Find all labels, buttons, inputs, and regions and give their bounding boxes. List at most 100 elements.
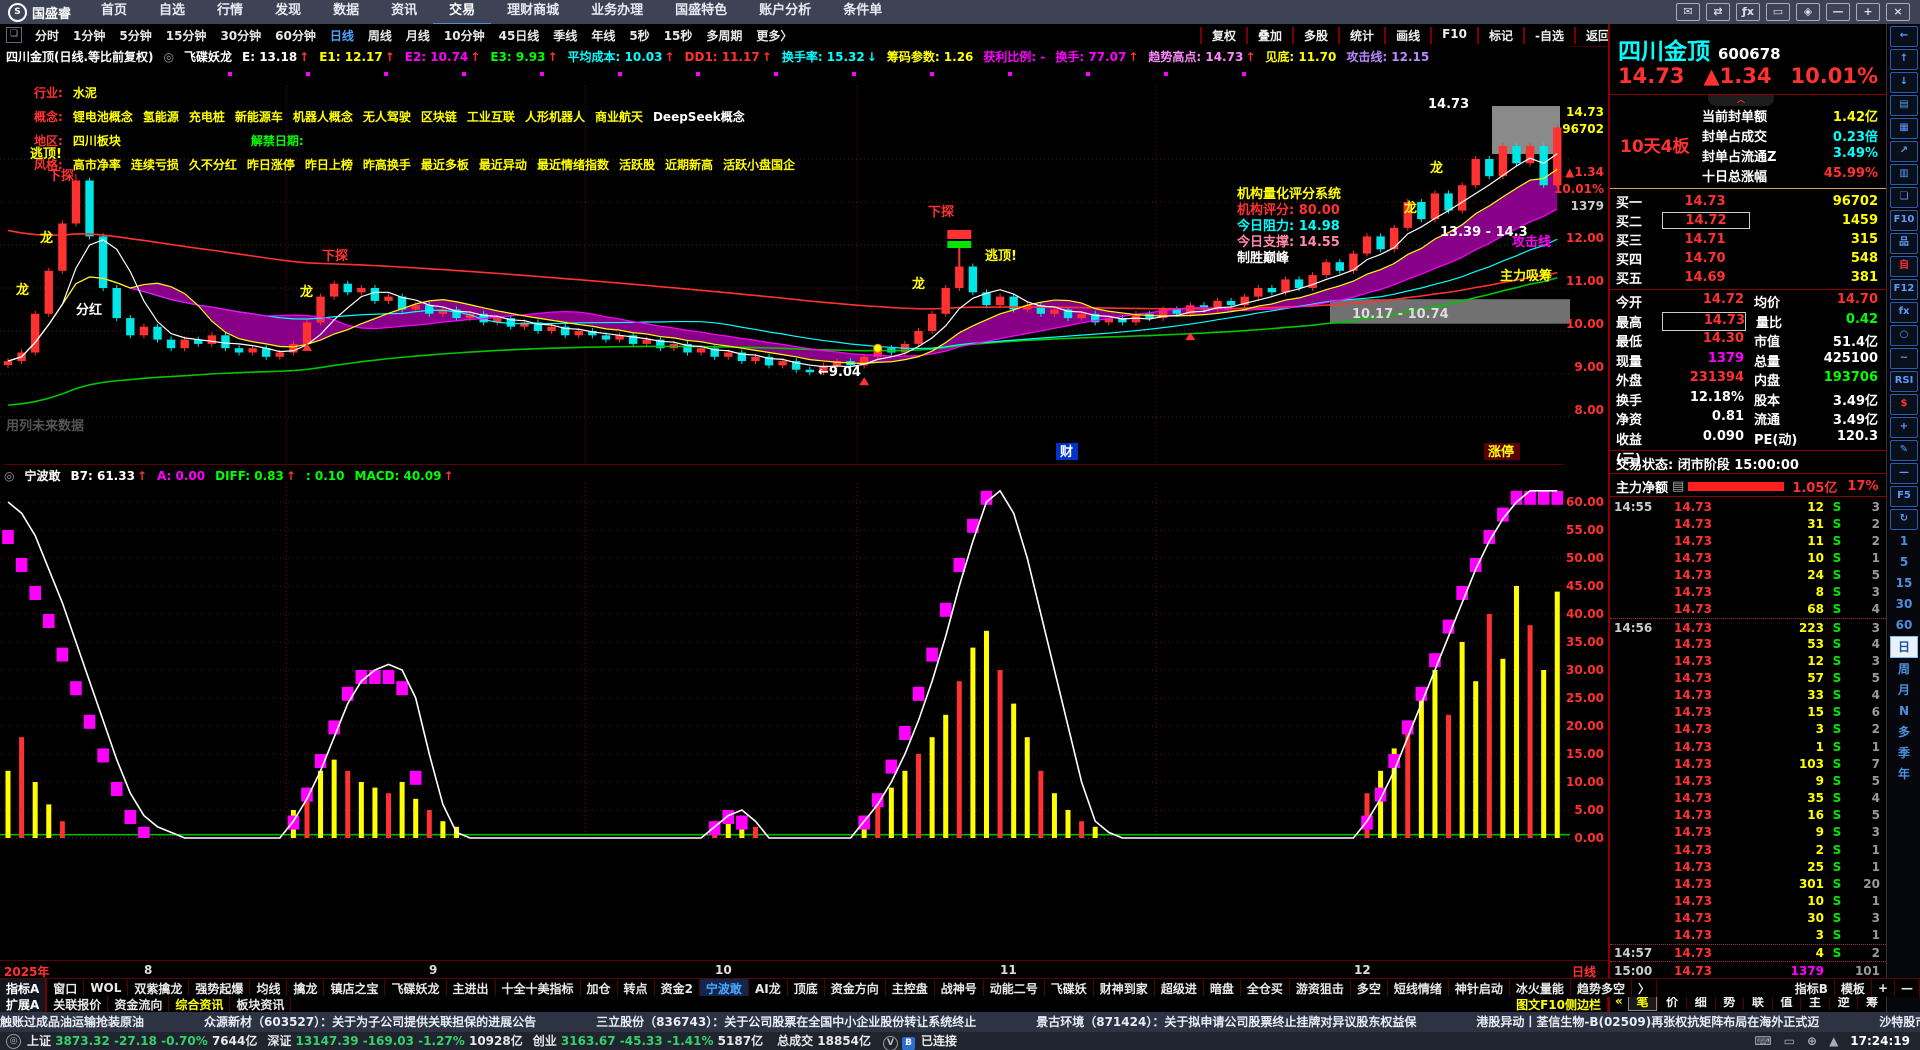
list-icon[interactable]: ▤ xyxy=(1672,479,1684,494)
window-layout-icon[interactable]: ❏ xyxy=(6,27,22,43)
indicator-tab-16[interactable]: 资金方向 xyxy=(825,979,886,997)
divider[interactable]: — xyxy=(1890,463,1918,484)
indicator-group-a[interactable]: 指标A xyxy=(0,979,48,997)
down-icon[interactable]: ↓ xyxy=(1890,72,1918,93)
news-item-5[interactable]: 沙特股市遭遇十年来 xyxy=(1879,1015,1920,1029)
strip-period-0[interactable]: 1 xyxy=(1891,531,1917,551)
indicator-tab-3[interactable]: 强势起爆 xyxy=(189,979,251,997)
self-select-icon[interactable]: 自 xyxy=(1890,256,1918,277)
menu-item-9[interactable]: 国盛特色 xyxy=(659,0,743,23)
news-item-0[interactable]: 触账过成品油运输抢装原油 xyxy=(0,1015,144,1029)
strip-period-6[interactable]: 周 xyxy=(1891,659,1917,679)
indicator-tab-6[interactable]: 镇店之宝 xyxy=(324,979,386,997)
tower-icon[interactable]: ▲ xyxy=(1829,1032,1838,1050)
indicator-tab-27[interactable]: 短线情绪 xyxy=(1388,979,1449,997)
period-13[interactable]: 5秒 xyxy=(622,27,656,44)
strip-period-8[interactable]: N xyxy=(1891,701,1917,721)
indicator-tab-13[interactable]: 宁波敢 xyxy=(699,979,749,997)
menu-item-3[interactable]: 发现 xyxy=(259,0,317,23)
money-icon[interactable]: $ xyxy=(1890,394,1918,415)
target-icon[interactable]: ⊕ xyxy=(1807,1032,1817,1050)
indicator-tab-9[interactable]: 十全十美指标 xyxy=(496,979,581,997)
indicator-tab-right-1[interactable]: 模板 xyxy=(1835,979,1872,997)
indicator-tab-2[interactable]: 双紫擒龙 xyxy=(128,979,190,997)
table-icon[interactable]: ▦ xyxy=(1890,118,1918,139)
indicator-tab-11[interactable]: 转点 xyxy=(618,979,655,997)
chart-tool-7[interactable]: -自选 xyxy=(1523,26,1574,44)
minimize-icon[interactable]: — xyxy=(1826,3,1850,21)
indicator-tab-10[interactable]: 加仓 xyxy=(581,979,618,997)
restore-icon[interactable]: + xyxy=(1856,3,1880,21)
chart-tool-2[interactable]: 多股 xyxy=(1292,26,1338,44)
extension-group-a[interactable]: 扩展A xyxy=(0,996,48,1012)
quick-trade-icon[interactable]: ƒx xyxy=(1736,3,1760,21)
strip-period-11[interactable]: 年 xyxy=(1891,764,1917,784)
circle-icon[interactable]: ○ xyxy=(1890,325,1918,346)
menu-item-2[interactable]: 行情 xyxy=(201,0,259,23)
index-0[interactable]: 上证 3873.32 -27.18 -0.70% 7644亿 xyxy=(27,1032,257,1050)
period-7[interactable]: 周线 xyxy=(361,27,399,44)
extension-tab-2[interactable]: 综合资讯 xyxy=(169,996,231,1012)
f5-icon[interactable]: F5 xyxy=(1890,486,1918,507)
news-item-1[interactable]: 众源新材（603527）：关于为子公司提供关联担保的进展公告 xyxy=(204,1015,536,1029)
period-3[interactable]: 15分钟 xyxy=(159,27,214,44)
f10-icon[interactable]: F10 xyxy=(1890,210,1918,231)
indicator-tab-18[interactable]: 战神号 xyxy=(935,979,984,997)
f10-sidebar-toggle[interactable]: 图文F10侧边栏 xyxy=(1510,996,1608,1012)
index-1[interactable]: 深证 13147.39 -169.03 -1.27% 10928亿 xyxy=(267,1032,522,1050)
keyboard-icon[interactable]: ⌨ xyxy=(1754,1032,1771,1050)
indicator-tab-29[interactable]: 冰火量能 xyxy=(1510,979,1571,997)
period-11[interactable]: 季线 xyxy=(546,27,584,44)
strip-period-7[interactable]: 月 xyxy=(1891,680,1917,700)
indicator-tab-19[interactable]: 动能二号 xyxy=(984,979,1045,997)
period-9[interactable]: 10分钟 xyxy=(437,27,492,44)
period-16[interactable]: 更多〉 xyxy=(749,27,799,44)
strip-period-5[interactable]: 日 xyxy=(1890,636,1918,658)
index-2[interactable]: 创业 3163.67 -45.33 -1.41% 5187亿 xyxy=(533,1032,763,1050)
extension-tab-1[interactable]: 资金流向 xyxy=(108,996,170,1012)
indicator-tab-17[interactable]: 主控盘 xyxy=(886,979,935,997)
pencil-icon[interactable]: ✎ xyxy=(1890,440,1918,461)
indicator-tab-right-2[interactable]: + xyxy=(1872,979,1895,997)
menu-item-6[interactable]: 交易 xyxy=(433,0,492,25)
period-1[interactable]: 1分钟 xyxy=(66,27,112,44)
extension-tab-0[interactable]: 关联报价 xyxy=(47,996,109,1012)
indicator-tab-0[interactable]: 窗口 xyxy=(47,979,85,997)
f12-icon[interactable]: F12 xyxy=(1890,279,1918,300)
indicator-tab-7[interactable]: 飞碟妖龙 xyxy=(385,979,447,997)
close-icon[interactable]: × xyxy=(1886,3,1910,21)
strip-period-1[interactable]: 5 xyxy=(1891,552,1917,572)
indicator-tab-14[interactable]: AI龙 xyxy=(749,979,788,997)
bid-row[interactable]: 买二 14.72 1459 xyxy=(1610,211,1886,230)
up-icon[interactable]: ↑ xyxy=(1890,49,1918,70)
news-item-3[interactable]: 景古环境（871424）：关于拟申请公司股票终止挂牌对异议股东权益保 xyxy=(1036,1015,1416,1029)
indicator-tab-right-0[interactable]: 指标B xyxy=(1789,979,1835,997)
chart-tool-4[interactable]: 画线 xyxy=(1384,26,1430,44)
menu-item-1[interactable]: 自选 xyxy=(143,0,201,23)
news-item-4[interactable]: 港股异动丨荃信生物-B(02509)再张权抗矩阵布局在海外正式迈 xyxy=(1476,1015,1819,1029)
indicator-tab-26[interactable]: 多空 xyxy=(1351,979,1388,997)
indicator-tab-4[interactable]: 均线 xyxy=(250,979,288,997)
indicator-tab-22[interactable]: 超级进 xyxy=(1155,979,1204,997)
indicator-tab-12[interactable]: 资金2 xyxy=(655,979,700,997)
kline-icon[interactable]: ▥ xyxy=(1890,164,1918,185)
wave-icon[interactable]: ~ xyxy=(1890,348,1918,369)
kline-chart[interactable]: 逃顶!下探龙龙分红下探龙←9.04下探逃顶!龙机构量化评分系统机构评分: 80.… xyxy=(0,46,1570,465)
indicator-tab-30[interactable]: 趋势多空 xyxy=(1571,979,1632,997)
message-icon[interactable]: ✉ xyxy=(1676,3,1700,21)
strip-period-4[interactable]: 60 xyxy=(1891,615,1917,635)
trend-icon[interactable]: ↗ xyxy=(1890,141,1918,162)
strip-period-9[interactable]: 多 xyxy=(1891,722,1917,742)
period-6[interactable]: 日线 xyxy=(323,27,361,44)
status-menu-icon[interactable]: ◎ xyxy=(6,1034,21,1049)
chart-tool-0[interactable]: 复权 xyxy=(1200,26,1246,44)
formula-icon[interactable]: fx xyxy=(1890,302,1918,323)
period-12[interactable]: 年线 xyxy=(584,27,622,44)
chart-tool-5[interactable]: F10 xyxy=(1430,26,1477,44)
chart-tool-1[interactable]: 叠加 xyxy=(1246,26,1292,44)
news-item-2[interactable]: 三立股份（836743）：关于公司股票在全国中小企业股份转让系统终止 xyxy=(596,1015,976,1029)
indicator-tab-24[interactable]: 全仓买 xyxy=(1241,979,1290,997)
menu-item-7[interactable]: 理财商城 xyxy=(491,0,575,23)
period-15[interactable]: 多周期 xyxy=(699,27,749,44)
menu-item-0[interactable]: 首页 xyxy=(85,0,143,23)
